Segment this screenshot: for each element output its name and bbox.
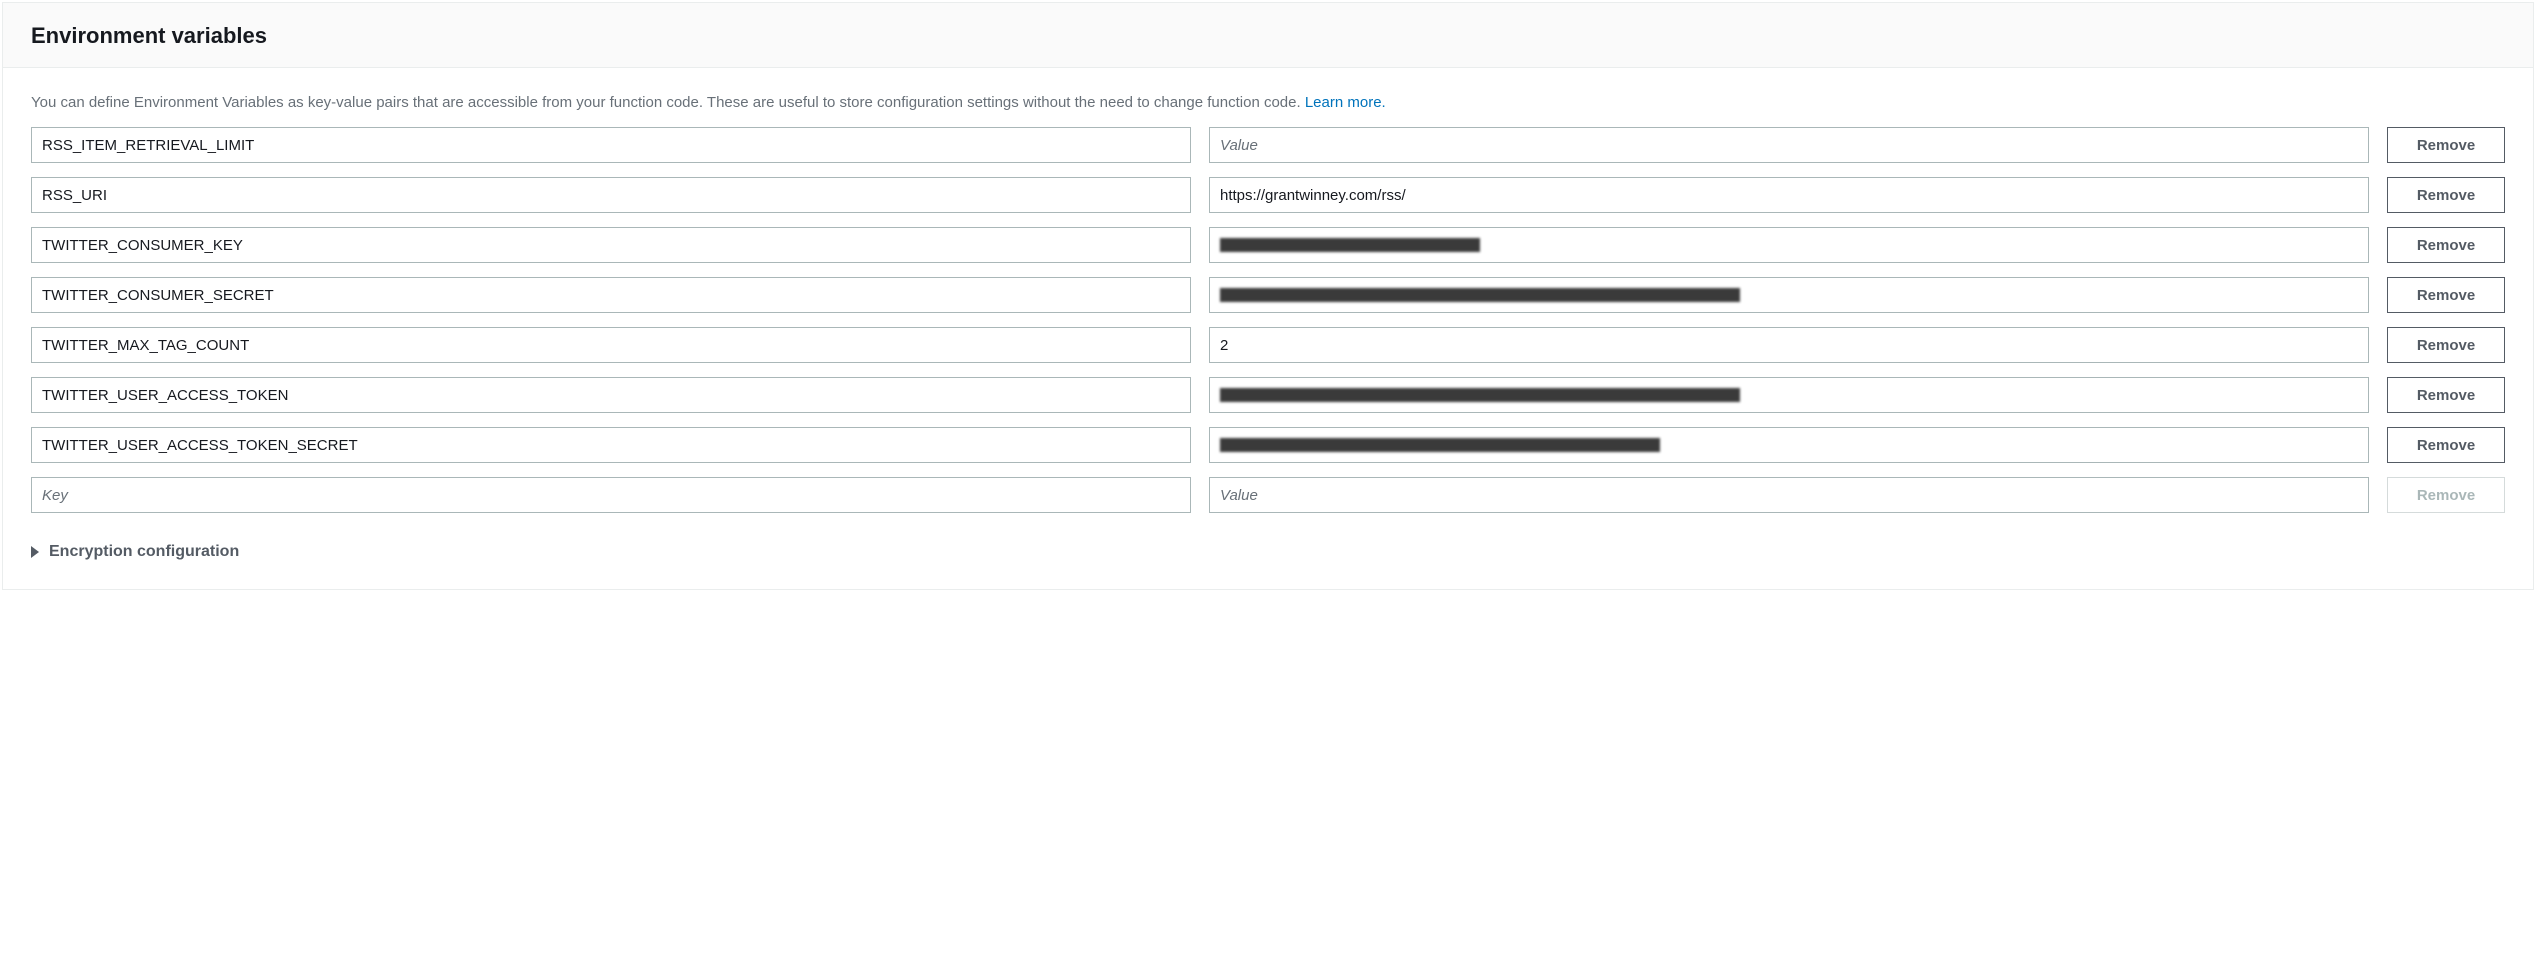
env-var-value-input[interactable]: [1209, 327, 2369, 363]
env-var-key-input[interactable]: [31, 427, 1191, 463]
remove-button[interactable]: Remove: [2387, 327, 2505, 363]
env-vars-panel: Environment variables You can define Env…: [2, 2, 2534, 590]
encryption-config-expander[interactable]: Encryption configuration: [31, 543, 2505, 561]
env-var-row: Remove: [31, 327, 2505, 363]
env-var-rows: Remove Remove Remove Remove Remove Remove Remo…: [31, 127, 2505, 513]
remove-button[interactable]: Remove: [2387, 227, 2505, 263]
panel-body: You can define Environment Variables as …: [3, 68, 2533, 589]
env-var-key-input[interactable]: [31, 277, 1191, 313]
env-var-key-input[interactable]: [31, 377, 1191, 413]
env-var-key-input[interactable]: [31, 127, 1191, 163]
redacted-value: [1220, 238, 1480, 252]
remove-button: Remove: [2387, 477, 2505, 513]
env-var-row: Remove: [31, 227, 2505, 263]
remove-button[interactable]: Remove: [2387, 177, 2505, 213]
env-var-value-input[interactable]: [1209, 277, 2369, 313]
env-var-row: Remove: [31, 377, 2505, 413]
env-var-value-input[interactable]: [1209, 177, 2369, 213]
redacted-value: [1220, 288, 1740, 302]
remove-button[interactable]: Remove: [2387, 427, 2505, 463]
env-var-row: Remove: [31, 427, 2505, 463]
remove-button[interactable]: Remove: [2387, 127, 2505, 163]
description-body: You can define Environment Variables as …: [31, 94, 1305, 111]
remove-button[interactable]: Remove: [2387, 277, 2505, 313]
description-text: You can define Environment Variables as …: [31, 92, 2505, 113]
env-var-row: Remove: [31, 477, 2505, 513]
panel-title: Environment variables: [31, 23, 2505, 49]
env-var-value-input[interactable]: [1209, 477, 2369, 513]
env-var-key-input[interactable]: [31, 227, 1191, 263]
remove-button[interactable]: Remove: [2387, 377, 2505, 413]
env-var-key-input[interactable]: [31, 327, 1191, 363]
learn-more-link[interactable]: Learn more.: [1305, 94, 1386, 111]
redacted-value: [1220, 438, 1660, 452]
env-var-key-input[interactable]: [31, 477, 1191, 513]
env-var-row: Remove: [31, 277, 2505, 313]
encryption-config-label: Encryption configuration: [49, 543, 239, 561]
env-var-value-input[interactable]: [1209, 127, 2369, 163]
env-var-value-input[interactable]: [1209, 227, 2369, 263]
env-var-row: Remove: [31, 127, 2505, 163]
env-var-row: Remove: [31, 177, 2505, 213]
env-var-value-input[interactable]: [1209, 377, 2369, 413]
env-var-value-input[interactable]: [1209, 427, 2369, 463]
caret-right-icon: [31, 546, 39, 558]
env-var-key-input[interactable]: [31, 177, 1191, 213]
redacted-value: [1220, 388, 1740, 402]
panel-header: Environment variables: [3, 3, 2533, 68]
